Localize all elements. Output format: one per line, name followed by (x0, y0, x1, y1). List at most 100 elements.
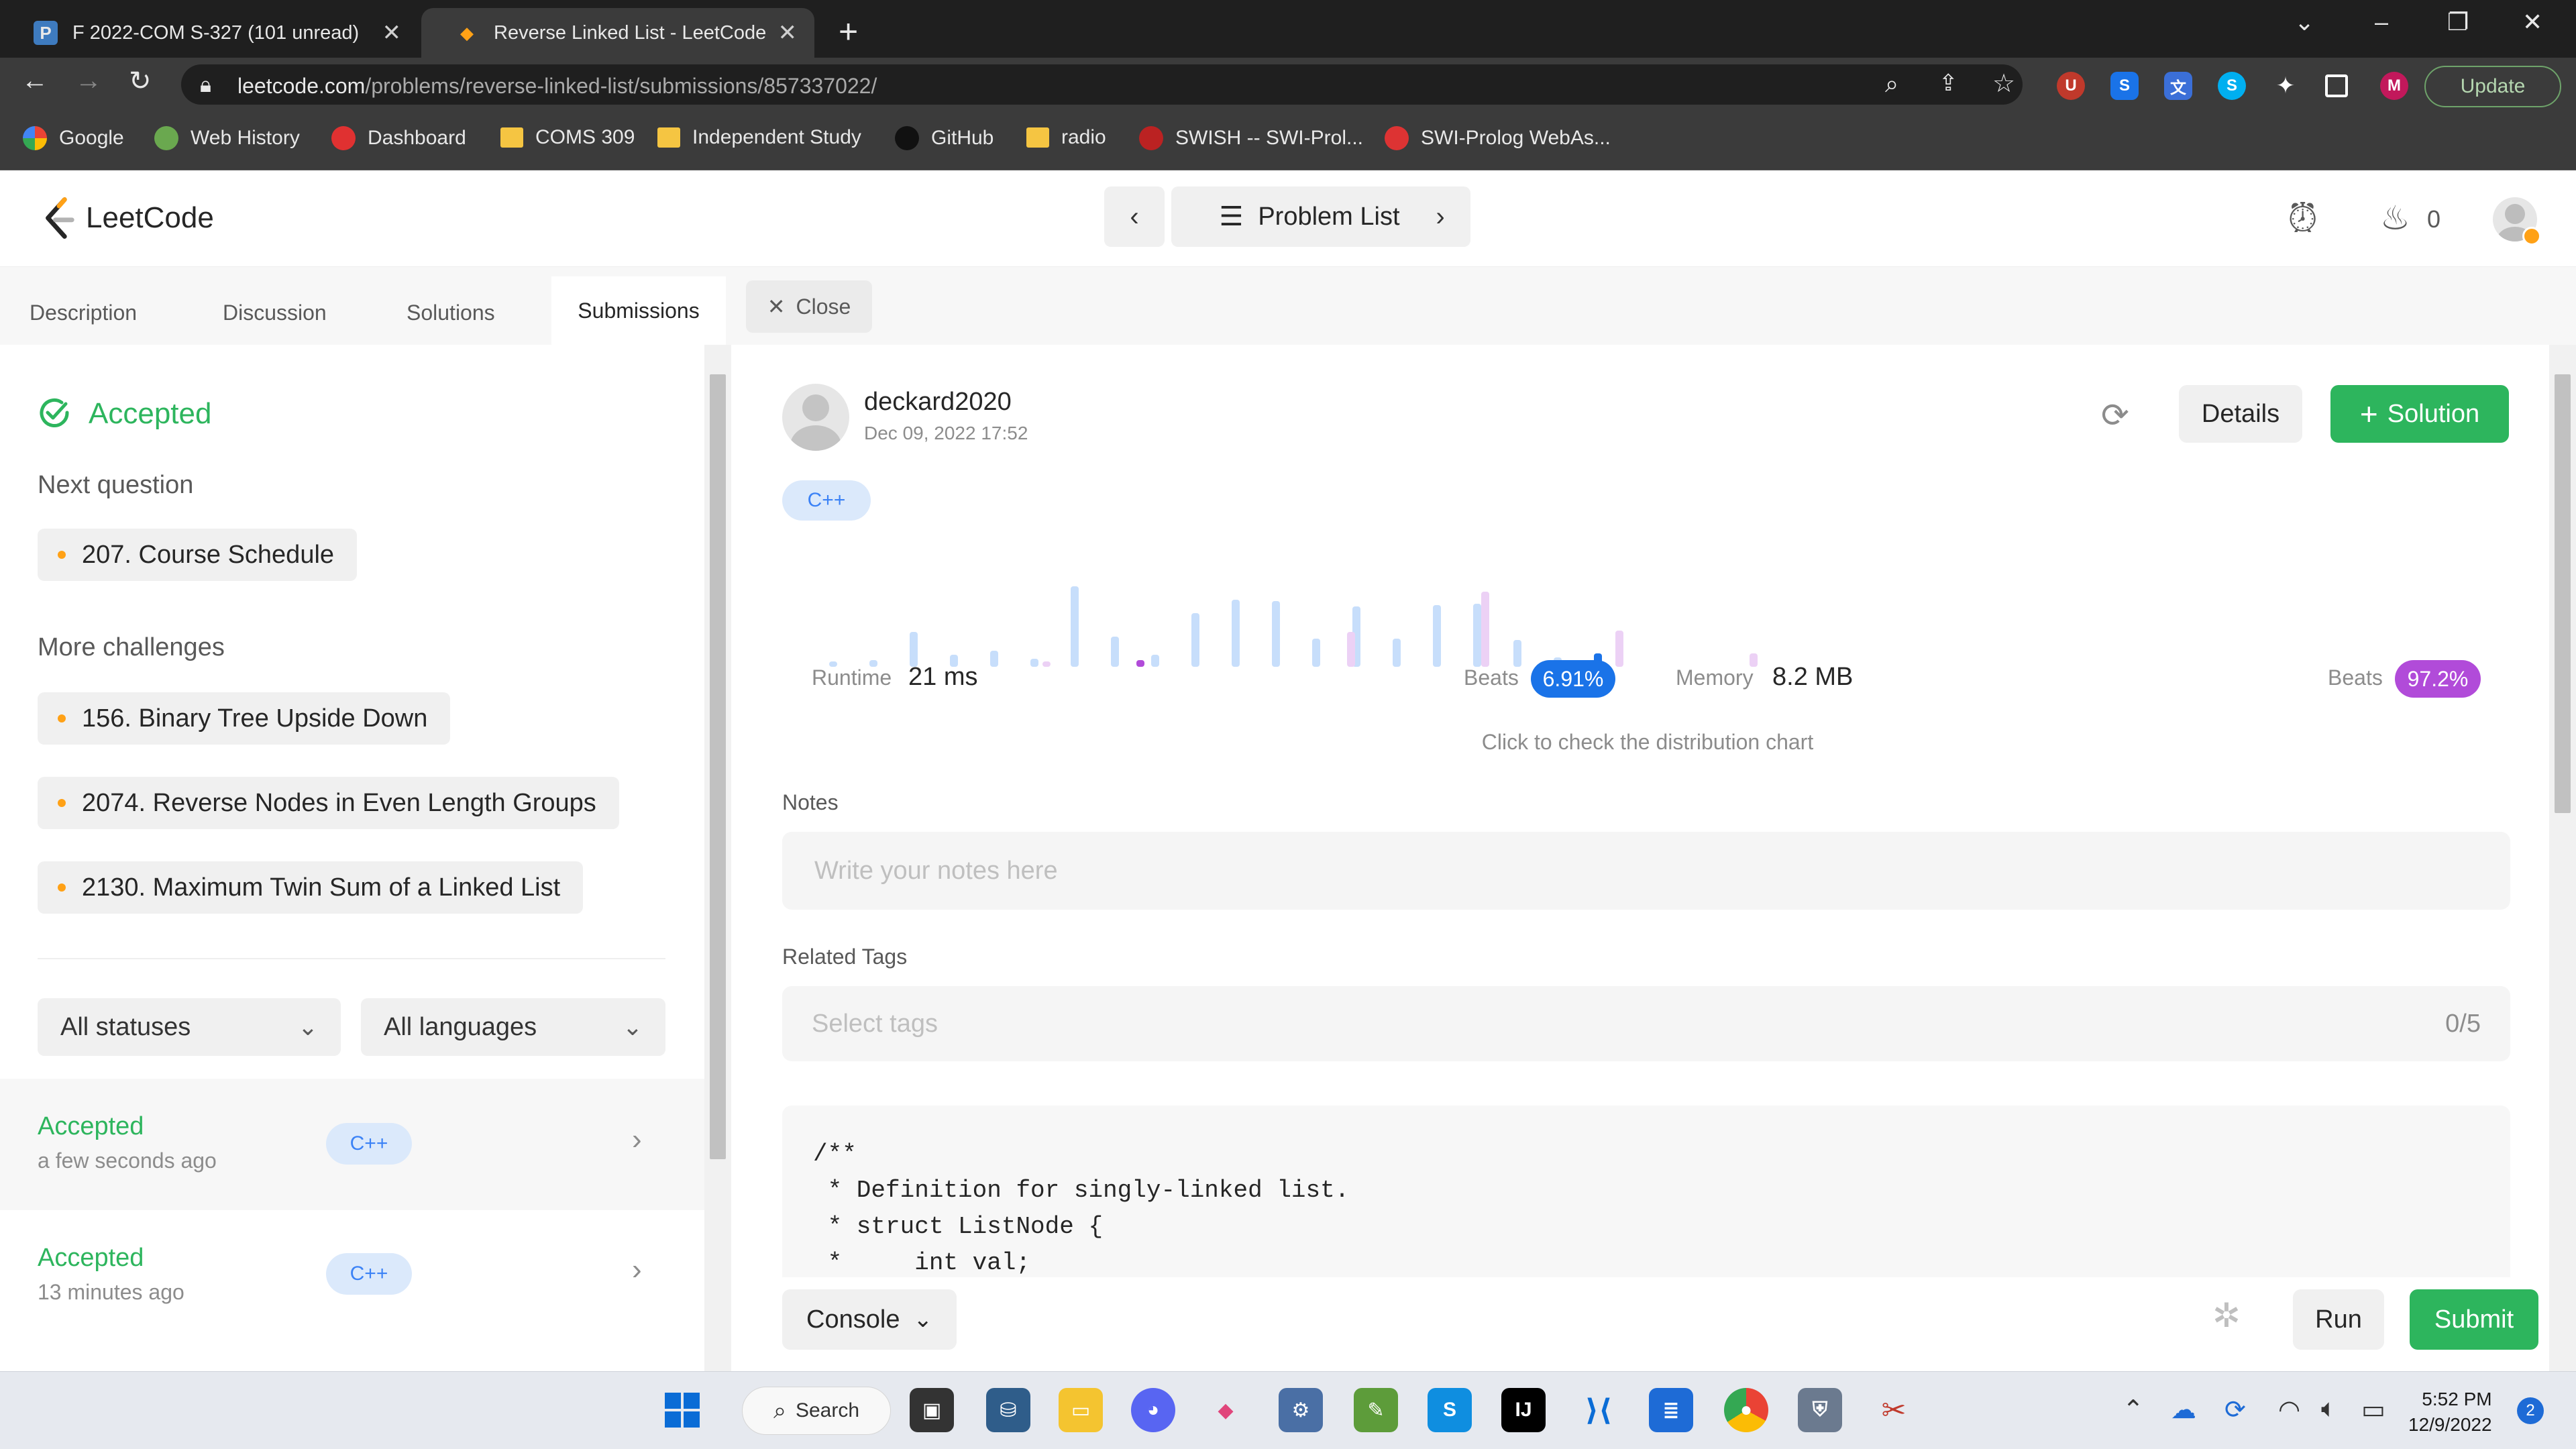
distribution-hint[interactable]: Click to check the distribution chart (746, 730, 2549, 755)
bookmark-dashboard[interactable]: Dashboard (331, 126, 466, 150)
app-s-icon[interactable]: S (1428, 1388, 1472, 1432)
side-panel-icon[interactable] (2325, 74, 2348, 97)
challenge-link[interactable]: 2074. Reverse Nodes in Even Length Group… (38, 777, 619, 829)
system-clock[interactable]: 5:52 PM 12/9/2022 (2408, 1387, 2492, 1438)
windows-start-icon[interactable] (660, 1388, 704, 1432)
bookmark-swish[interactable]: SWISH -- SWI-Prol... (1139, 126, 1363, 150)
tab-description[interactable]: Description (30, 301, 137, 325)
tray-chevron-up-icon[interactable]: ⌃ (2123, 1395, 2144, 1425)
close-tab-icon[interactable]: ✕ (778, 19, 798, 46)
tab-submissions[interactable]: Submissions (551, 276, 726, 345)
address-bar[interactable]: 🔒︎ leetcode.com/problems/reverse-linked-… (181, 64, 2023, 105)
vpn-icon[interactable]: ⛨ (1798, 1388, 1842, 1432)
browser-tab-strip: P F 2022-COM S-327 (101 unread) ✕ ◆ Reve… (0, 0, 2576, 58)
browser-tab-piazza[interactable]: P F 2022-COM S-327 (101 unread) ✕ (0, 8, 419, 58)
extension-s-icon[interactable]: S (2110, 72, 2139, 100)
back-icon[interactable]: ← (21, 66, 48, 96)
streak-fire-icon[interactable]: ♨︎ (2380, 199, 2410, 237)
gitkraken-icon[interactable]: ◆ (1203, 1388, 1248, 1432)
notes-input[interactable] (782, 832, 2510, 910)
status-filter-select[interactable]: All statuses ⌄ (38, 998, 341, 1056)
share-icon[interactable]: ⇪ (1939, 70, 1958, 97)
zoom-icon[interactable]: ⌕ (1885, 70, 1898, 99)
share-link-icon[interactable]: ⟳ (2101, 396, 2129, 435)
url-text: leetcode.com/problems/reverse-linked-lis… (237, 74, 877, 99)
details-button[interactable]: Details (2179, 385, 2302, 443)
submit-button[interactable]: Submit (2410, 1289, 2538, 1350)
notification-badge[interactable]: 2 (2517, 1397, 2544, 1424)
bookmark-google[interactable]: Google (23, 126, 124, 150)
restore-icon[interactable]: ❐ (2447, 8, 2469, 36)
submitter-name[interactable]: deckard2020 (864, 388, 1012, 417)
lock-icon[interactable]: 🔒︎ (200, 72, 211, 98)
bookmark-star-icon[interactable]: ☆ (1992, 68, 2015, 99)
close-button[interactable]: ✕ Close (746, 280, 872, 333)
mysql-workbench-icon[interactable]: ⛁ (986, 1388, 1030, 1432)
browser-tab-leetcode[interactable]: ◆ Reverse Linked List - LeetCode ✕ (421, 8, 814, 58)
paint-icon[interactable]: ✎ (1354, 1388, 1398, 1432)
reload-icon[interactable]: ↻ (129, 66, 152, 97)
post-solution-button[interactable]: + Solution (2330, 385, 2509, 443)
update-button[interactable]: Update (2424, 66, 2561, 107)
task-view-icon[interactable]: ▣ (910, 1388, 954, 1432)
tab-search-chevron-icon[interactable]: ⌄ (2294, 8, 2314, 36)
bookmark-label: radio (1061, 126, 1106, 148)
forward-icon[interactable]: → (75, 66, 102, 96)
submission-row[interactable]: Accepted a few seconds ago C++ › (0, 1079, 704, 1210)
left-panel-scrollbar[interactable] (704, 345, 731, 1371)
console-button[interactable]: Console ⌄ (782, 1289, 957, 1350)
bookmark-web-history[interactable]: Web History (154, 126, 300, 150)
volume-icon[interactable]: 🔈︎ (2321, 1395, 2337, 1424)
chrome-icon[interactable]: ● (1724, 1388, 1768, 1432)
bookmark-radio[interactable]: radio (1026, 126, 1106, 149)
profile-avatar[interactable]: M (2380, 72, 2408, 100)
next-problem-button[interactable]: › (1410, 186, 1470, 247)
intellij-icon[interactable]: IJ (1501, 1388, 1546, 1432)
question-title: 207. Course Schedule (82, 540, 335, 569)
run-button[interactable]: Run (2293, 1289, 2384, 1350)
minimize-icon[interactable]: – (2375, 8, 2388, 36)
extension-translate-icon[interactable]: 文 (2164, 72, 2192, 100)
bookmark-independent-study[interactable]: Independent Study (657, 126, 861, 149)
related-tags-label: Related Tags (782, 945, 908, 969)
right-panel-scrollbar[interactable] (2549, 345, 2576, 1371)
bookmark-label: SWI-Prolog WebAs... (1421, 127, 1611, 149)
onedrive-icon[interactable]: ☁ (2171, 1395, 2196, 1425)
leetcode-logo[interactable]: LeetCode (40, 196, 214, 240)
wifi-icon[interactable]: ◠ (2278, 1395, 2300, 1425)
notepad-icon[interactable]: ≣ (1649, 1388, 1693, 1432)
tags-select[interactable]: Select tags 0/5 (782, 986, 2510, 1061)
snipping-tool-icon[interactable]: ✂ (1872, 1388, 1916, 1432)
vscode-icon[interactable]: ⟩⟨ (1576, 1388, 1621, 1432)
battery-icon[interactable]: ▭ (2361, 1395, 2385, 1425)
extensions-puzzle-icon[interactable]: ✦ (2271, 72, 2300, 100)
skype-icon[interactable]: S (2218, 72, 2246, 100)
submission-row[interactable]: Accepted 13 minutes ago C++ › (0, 1210, 704, 1342)
debug-bug-icon[interactable]: ✲ (2212, 1296, 2241, 1335)
new-tab-icon[interactable]: + (839, 12, 858, 51)
bookmark-swi-prolog-webas[interactable]: SWI-Prolog WebAs... (1385, 126, 1611, 150)
alarm-clock-icon[interactable]: ⏰︎ (2288, 196, 2318, 241)
bookmark-coms309[interactable]: COMS 309 (500, 126, 635, 149)
challenge-link[interactable]: 156. Binary Tree Upside Down (38, 692, 451, 745)
tab-discussion[interactable]: Discussion (223, 301, 327, 325)
language-filter-select[interactable]: All languages ⌄ (361, 998, 665, 1056)
problem-list-button[interactable]: ☰ Problem List (1171, 186, 1448, 247)
scrollbar-thumb[interactable] (2555, 374, 2571, 813)
runtime-bar (1312, 639, 1320, 667)
window-close-icon[interactable]: ✕ (2522, 8, 2542, 36)
discord-icon[interactable]: ◕ (1131, 1388, 1175, 1432)
file-explorer-icon[interactable]: ▭ (1059, 1388, 1103, 1432)
challenge-link[interactable]: 2130. Maximum Twin Sum of a Linked List (38, 861, 584, 914)
remote-desktop-icon[interactable]: ⚙ (1279, 1388, 1323, 1432)
tab-solutions[interactable]: Solutions (407, 301, 495, 325)
next-question-link[interactable]: 207. Course Schedule (38, 529, 358, 581)
sync-icon[interactable]: ⟳ (2224, 1395, 2246, 1425)
scrollbar-thumb[interactable] (710, 374, 726, 1159)
close-tab-icon[interactable]: ✕ (382, 19, 402, 46)
distribution-chart[interactable] (782, 553, 2526, 680)
taskbar-search[interactable]: ⌕ Search (742, 1387, 891, 1435)
prev-problem-button[interactable]: ‹ (1104, 186, 1165, 247)
bookmark-github[interactable]: GitHub (895, 126, 994, 150)
ublock-icon[interactable]: U (2057, 72, 2085, 100)
